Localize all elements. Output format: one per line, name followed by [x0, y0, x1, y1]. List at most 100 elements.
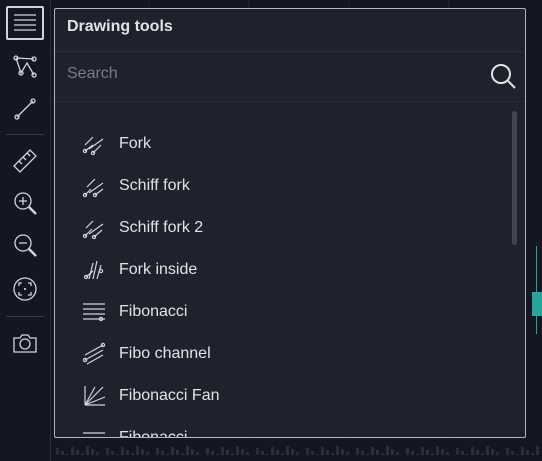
zoom-in-button[interactable] [6, 186, 44, 220]
volume-bar [446, 452, 449, 455]
volume-bar [131, 453, 134, 455]
volume-bar [231, 453, 234, 455]
volume-bar [156, 448, 159, 455]
volume-bar [216, 454, 219, 455]
volume-bar [271, 447, 274, 455]
volume-bar [326, 450, 329, 455]
volume-bar [461, 451, 464, 455]
list-item[interactable]: Fibonacci [67, 291, 497, 333]
volume-bar [486, 446, 489, 455]
left-toolbar [0, 0, 51, 461]
volume-bar [481, 453, 484, 455]
trend-line-button[interactable] [6, 92, 44, 126]
volume-bar [286, 446, 289, 455]
volume-bar [311, 451, 314, 455]
fibonacci-more-icon [83, 432, 105, 434]
list-item[interactable]: Fork inside [67, 249, 497, 291]
list-scrollbar[interactable] [512, 111, 517, 245]
volume-bar [386, 446, 389, 455]
volume-bar [181, 453, 184, 455]
volume-bar [421, 447, 424, 455]
volume-bar [316, 454, 319, 455]
screenshot-button[interactable] [6, 326, 44, 360]
volume-bar [171, 447, 174, 455]
volume-bar [336, 446, 339, 455]
volume-bar [441, 449, 444, 455]
fit-screen-button[interactable] [6, 272, 44, 306]
list-item[interactable]: Schiff fork [67, 165, 497, 207]
volume-bar [436, 446, 439, 455]
volume-bar [471, 447, 474, 455]
volume-bar [431, 453, 434, 455]
volume-bar [406, 448, 409, 455]
volume-bar [116, 454, 119, 455]
search-icon[interactable] [489, 62, 517, 90]
volume-bar [356, 448, 359, 455]
trend-line-icon [14, 98, 36, 120]
volume-bar [371, 447, 374, 455]
volume-bar [296, 452, 299, 455]
candle-wick [536, 246, 537, 334]
volume-bar [76, 450, 79, 455]
volume-bar [456, 448, 459, 455]
drawing-tools-panel: Drawing tools Fork Schiff fork Schiff [54, 8, 526, 438]
fibonacci-retracement-icon [83, 303, 105, 322]
fit-screen-icon [13, 277, 37, 301]
patterns-button[interactable] [6, 50, 44, 84]
volume-bar [506, 448, 509, 455]
fibonacci-fan-icon [84, 386, 106, 406]
list-item[interactable]: Schiff fork 2 [67, 207, 497, 249]
volume-bar [281, 453, 284, 455]
zoom-out-button[interactable] [6, 228, 44, 262]
volume-bar [246, 452, 249, 455]
volume-bar [391, 449, 394, 455]
ruler-button[interactable] [6, 144, 44, 178]
list-item[interactable]: Fibonacci Fan [67, 375, 497, 417]
search-input[interactable] [67, 61, 477, 87]
volume-bar [531, 453, 534, 455]
ruler-icon [13, 149, 37, 173]
list-item[interactable]: Fibo channel [67, 333, 497, 375]
volume-bar [411, 451, 414, 455]
camera-icon [13, 334, 37, 353]
volume-bars [51, 441, 542, 455]
schiff-pitchfork-icon [82, 178, 104, 198]
volume-bar [106, 448, 109, 455]
volume-bar [141, 449, 144, 455]
volume-bar [56, 448, 59, 455]
menu-lines-icon [14, 14, 36, 31]
zoom-in-icon [14, 192, 37, 215]
fibonacci-channel-icon [82, 342, 106, 365]
volume-bar [416, 454, 419, 455]
panel-title: Drawing tools [67, 18, 173, 35]
schiff-pitchfork-2-icon [82, 220, 104, 240]
volume-bar [256, 448, 259, 455]
volume-bar [166, 454, 169, 455]
zoom-out-icon [14, 234, 37, 257]
volume-bar [341, 449, 344, 455]
volume-bar [396, 452, 399, 455]
volume-bar [366, 454, 369, 455]
volume-bar [321, 447, 324, 455]
volume-bar [206, 448, 209, 455]
volume-bar [221, 447, 224, 455]
pattern-nodes-icon [13, 55, 37, 78]
list-item[interactable]: Fork [67, 123, 497, 165]
volume-bar [126, 450, 129, 455]
volume-bar [161, 451, 164, 455]
pitchfork-icon [82, 136, 104, 156]
volume-bar [66, 454, 69, 455]
inside-pitchfork-icon [83, 260, 104, 280]
volume-bar [111, 451, 114, 455]
drawing-tools-button[interactable] [6, 6, 44, 40]
volume-bar [306, 448, 309, 455]
volume-bar [536, 446, 539, 455]
volume-bar [521, 447, 524, 455]
volume-bar [121, 447, 124, 455]
volume-bar [136, 446, 139, 455]
volume-bar [81, 453, 84, 455]
volume-bar [381, 453, 384, 455]
volume-bar [476, 450, 479, 455]
list-item[interactable]: Fibonacci ... [67, 417, 497, 437]
volume-bar [211, 451, 214, 455]
